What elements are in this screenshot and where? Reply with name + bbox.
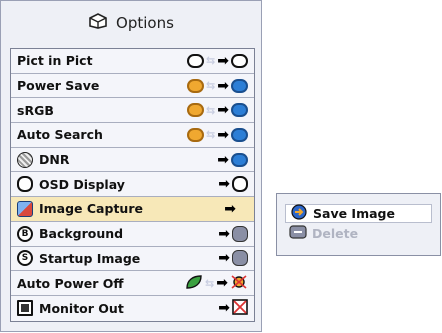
dnr-icon [17, 151, 33, 168]
on-orange-icon [187, 103, 205, 118]
menu-item-background[interactable]: B Background ➡ [11, 221, 254, 247]
menu-item-image-capture[interactable]: Image Capture ➡ [11, 197, 254, 222]
background-icon: B [17, 225, 33, 242]
osd-state-icon [232, 176, 248, 193]
toggle-arrow-icon: ⇆ [206, 54, 216, 68]
menu-item-label: Auto Search [17, 127, 103, 143]
submenu-arrow[interactable]: ➡ [218, 298, 248, 318]
toggle-control[interactable]: ⇆ ➡ [187, 102, 248, 118]
on-orange-icon [187, 127, 205, 142]
menu-item-osd-display[interactable]: OSD Display ➡ [11, 172, 254, 198]
submenu-arrow[interactable]: ➡ [218, 225, 248, 242]
arrow-right-icon: ➡ [217, 77, 229, 94]
menu-item-label: sRGB [17, 102, 54, 118]
submenu-arrow[interactable]: ➡ [218, 176, 248, 193]
startup-image-icon: S [17, 250, 33, 267]
menu-item-startup-image[interactable]: S Startup Image ➡ [11, 246, 254, 272]
sharp-badge-icon [232, 225, 248, 242]
arrow-right-icon: ➡ [218, 250, 230, 267]
toggle-control[interactable]: ⇆ ➡ [187, 78, 248, 94]
monitor-off-icon [232, 298, 248, 318]
off-blue-icon [231, 127, 248, 142]
menu-item-power-save[interactable]: Power Save ⇆ ➡ [11, 73, 254, 99]
menu-item-auto-search[interactable]: Auto Search ⇆ ➡ [11, 123, 254, 148]
menu-item-pict-in-pict[interactable]: Pict in Pict ⇆ ➡ [11, 49, 254, 74]
menu-title: Options [1, 1, 261, 45]
off-icon [187, 53, 205, 68]
menu-item-label: DNR [39, 152, 70, 168]
toggle-arrow-icon: ⇆ [206, 103, 216, 117]
toggle-control[interactable]: ⇆ ➡ [187, 53, 248, 69]
sharp-badge-icon [232, 250, 248, 267]
delete-label: Delete [312, 226, 359, 241]
delete-icon [289, 224, 307, 243]
arrow-right-icon: ➡ [216, 275, 228, 292]
off-blue-icon [231, 152, 248, 167]
menu-item-auto-power-off[interactable]: Auto Power Off ⇆ ➡ [11, 271, 254, 296]
menu-item-label: OSD Display [39, 176, 125, 192]
osd-icon [17, 176, 33, 193]
menu-item-label: Power Save [17, 78, 100, 94]
submenu-arrow[interactable]: ➡ [217, 152, 248, 168]
menu-item-srgb[interactable]: sRGB ⇆ ➡ [11, 98, 254, 124]
menu-title-text: Options [116, 14, 174, 32]
off-blue-icon [231, 78, 248, 93]
options-list: Pict in Pict ⇆ ➡ Power Save ⇆ ➡ sRGB ⇆ ➡… [10, 48, 255, 322]
arrow-right-icon: ➡ [218, 300, 230, 317]
power-off-icon [230, 274, 248, 293]
arrow-right-icon: ➡ [217, 52, 229, 69]
save-image-button[interactable]: Save Image [285, 204, 432, 223]
menu-item-dnr[interactable]: DNR ➡ [11, 147, 254, 173]
save-image-label: Save Image [313, 206, 395, 221]
save-image-icon [290, 204, 308, 223]
options-menu: Options Pict in Pict ⇆ ➡ Power Save ⇆ ➡ [0, 0, 262, 332]
toggle-control[interactable]: ⇆ ➡ [187, 127, 248, 143]
monitor-icon [17, 300, 33, 317]
arrow-right-icon: ➡ [217, 102, 229, 119]
menu-item-label: Auto Power Off [17, 275, 124, 291]
toggle-arrow-icon: ⇆ [206, 79, 216, 93]
toggle-arrow-icon: ⇆ [206, 128, 216, 142]
menu-item-label: Pict in Pict [17, 53, 93, 69]
on-orange-icon [187, 78, 205, 93]
options-icon [88, 13, 108, 33]
image-capture-icon [17, 200, 33, 217]
off-blue-icon [231, 103, 248, 118]
arrow-right-icon: ➡ [217, 126, 229, 143]
menu-item-label: Startup Image [39, 250, 141, 266]
arrow-right-icon: ➡ [218, 225, 230, 242]
toggle-control[interactable]: ⇆ ➡ [185, 274, 248, 293]
delete-button[interactable]: Delete [285, 224, 432, 243]
arrow-right-icon: ➡ [224, 200, 236, 217]
leaf-icon [185, 274, 203, 293]
on-icon [231, 53, 248, 68]
menu-item-monitor-out[interactable]: Monitor Out ➡ [11, 295, 254, 321]
image-capture-submenu: Save Image Delete [276, 193, 441, 256]
arrow-right-icon: ➡ [217, 151, 229, 168]
submenu-arrow[interactable]: ➡ [224, 201, 236, 217]
menu-item-label: Image Capture [39, 201, 143, 217]
menu-item-label: Monitor Out [39, 300, 124, 316]
menu-item-label: Background [39, 226, 124, 242]
arrow-right-icon: ➡ [218, 176, 230, 193]
toggle-arrow-icon: ⇆ [205, 276, 215, 290]
submenu-arrow[interactable]: ➡ [218, 250, 248, 267]
